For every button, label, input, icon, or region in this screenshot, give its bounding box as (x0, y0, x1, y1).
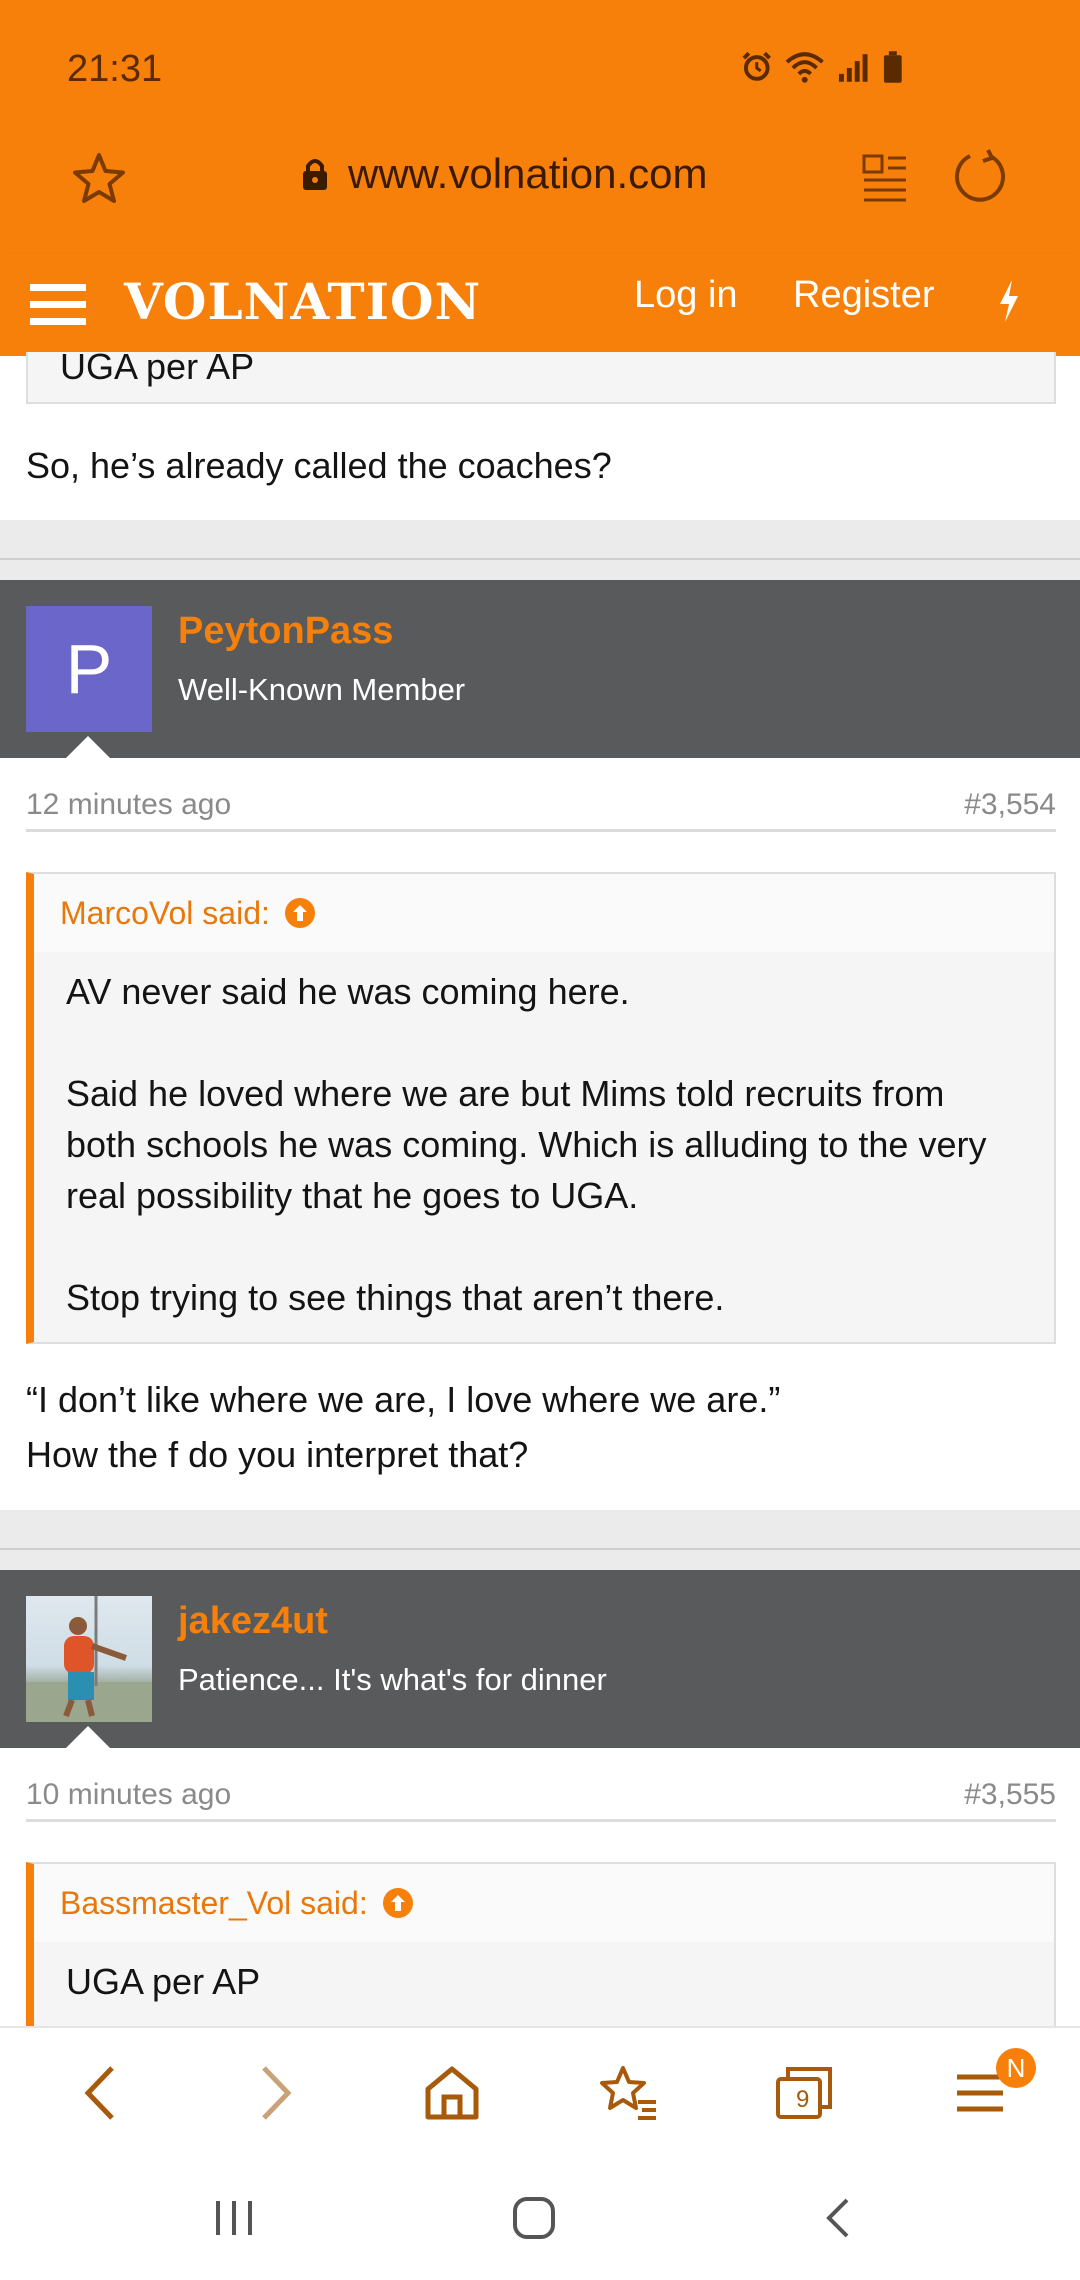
home-button[interactable] (392, 2028, 512, 2158)
recent-apps-icon (216, 2201, 252, 2235)
quote-box-tail: UGA per AP (26, 346, 1056, 404)
back-nav-button[interactable] (758, 2156, 918, 2280)
quote-tail-text: UGA per AP (60, 346, 255, 387)
signal-icon (838, 54, 868, 82)
back-arrow-icon (826, 2198, 849, 2238)
recent-apps-button[interactable] (154, 2156, 314, 2280)
bookmark-star-icon[interactable] (70, 150, 128, 208)
notification-badge: N (996, 2048, 1036, 2088)
post-number[interactable]: #3,554 (964, 788, 1056, 822)
tabs-count: 9 (796, 2086, 810, 2113)
jump-to-quote-icon[interactable] (284, 897, 316, 929)
post-body-line: How the f do you interpret that? (26, 1434, 529, 1475)
home-icon (425, 2066, 479, 2120)
login-link[interactable]: Log in (634, 274, 738, 317)
quote-paragraph: Said he loved where we are but Mims told… (66, 1073, 987, 1216)
quote-author[interactable]: MarcoVol said: (60, 895, 270, 932)
quote-body: AV never said he was coming here. Said h… (34, 952, 1054, 1343)
quote-body: UGA per AP (34, 1942, 1054, 2026)
tabs-button[interactable]: 9 (744, 2028, 864, 2158)
status-bar: 21:31 (0, 0, 1080, 132)
post-divider (0, 1548, 1080, 1550)
avatar[interactable]: P (26, 606, 152, 732)
hamburger-menu-icon[interactable] (30, 280, 86, 328)
back-button[interactable] (40, 2028, 160, 2158)
bookmarks-button[interactable] (568, 2028, 688, 2158)
author-bar: jakez4ut Patience... It's what's for din… (0, 1570, 1080, 1748)
reader-mode-icon[interactable] (862, 154, 908, 204)
post-number[interactable]: #3,555 (964, 1778, 1056, 1812)
browser-address-bar: www.volnation.com (0, 132, 1080, 254)
post-time[interactable]: 10 minutes ago (26, 1778, 231, 1812)
quote-header[interactable]: MarcoVol said: (34, 874, 1054, 952)
status-time: 21:31 (67, 48, 163, 90)
post-time[interactable]: 12 minutes ago (26, 788, 231, 822)
post-divider (0, 558, 1080, 560)
author-pointer (66, 1726, 110, 1748)
wifi-icon (786, 52, 825, 83)
bookmarks-star-list-icon (600, 2066, 656, 2120)
author-title: Patience... It's what's for dinner (178, 1662, 607, 1697)
author-pointer (66, 736, 110, 758)
browser-menu-button[interactable]: N (920, 2028, 1040, 2158)
avatar[interactable] (26, 1596, 152, 1722)
quote-header[interactable]: Bassmaster_Vol said: (34, 1864, 1054, 1942)
chevron-right-icon (262, 2066, 292, 2120)
forward-button[interactable] (216, 2028, 336, 2158)
site-logo[interactable]: VOLNATION (124, 272, 481, 331)
reload-icon[interactable] (952, 148, 1008, 206)
jump-to-quote-icon[interactable] (382, 1887, 414, 1919)
post-meta: 12 minutes ago #3,554 (26, 776, 1056, 832)
quote-box: Bassmaster_Vol said: UGA per AP (26, 1862, 1056, 2026)
author-name[interactable]: PeytonPass (178, 610, 393, 653)
status-icons (740, 50, 904, 84)
post-previous: UGA per AP So, he’s already called the c… (0, 346, 1080, 520)
post-body-line: “I don’t like where we are, I love where… (26, 1379, 781, 1420)
browser-toolbar: 9 N (0, 2026, 1080, 2156)
quote-paragraph: Stop trying to see things that aren’t th… (66, 1277, 725, 1318)
quote-paragraph: UGA per AP (66, 1961, 261, 2002)
quote-box: MarcoVol said: AV never said he was comi… (26, 872, 1056, 1344)
chevron-left-icon (84, 2066, 114, 2120)
system-nav-bar (0, 2156, 1080, 2280)
avatar-photo-figure (26, 1596, 152, 1722)
post-3555: 10 minutes ago #3,555 Bassmaster_Vol sai… (0, 1748, 1080, 2026)
lock-icon (303, 159, 327, 190)
battery-icon (884, 51, 903, 83)
post-body: “I don’t like where we are, I love where… (26, 1372, 780, 1482)
home-nav-button[interactable] (454, 2156, 614, 2280)
alarm-icon (742, 51, 771, 81)
avatar-letter: P (65, 630, 113, 708)
site-header: VOLNATION Log in Register (0, 254, 1080, 356)
post-meta: 10 minutes ago #3,555 (26, 1766, 1056, 1822)
register-link[interactable]: Register (793, 274, 935, 317)
author-title: Well-Known Member (178, 672, 466, 707)
post-3554: 12 minutes ago #3,554 MarcoVol said: AV … (0, 758, 1080, 1510)
post-body: So, he’s already called the coaches? (26, 445, 612, 486)
url-text: www.volnation.com (348, 150, 708, 197)
url-field[interactable]: www.volnation.com (300, 150, 707, 198)
quote-author[interactable]: Bassmaster_Vol said: (60, 1885, 368, 1922)
whats-new-bolt-icon[interactable] (996, 278, 1022, 324)
home-circle-icon (513, 2197, 555, 2239)
quote-paragraph: AV never said he was coming here. (66, 971, 630, 1012)
author-bar: P PeytonPass Well-Known Member (0, 580, 1080, 758)
author-name[interactable]: jakez4ut (178, 1600, 328, 1643)
